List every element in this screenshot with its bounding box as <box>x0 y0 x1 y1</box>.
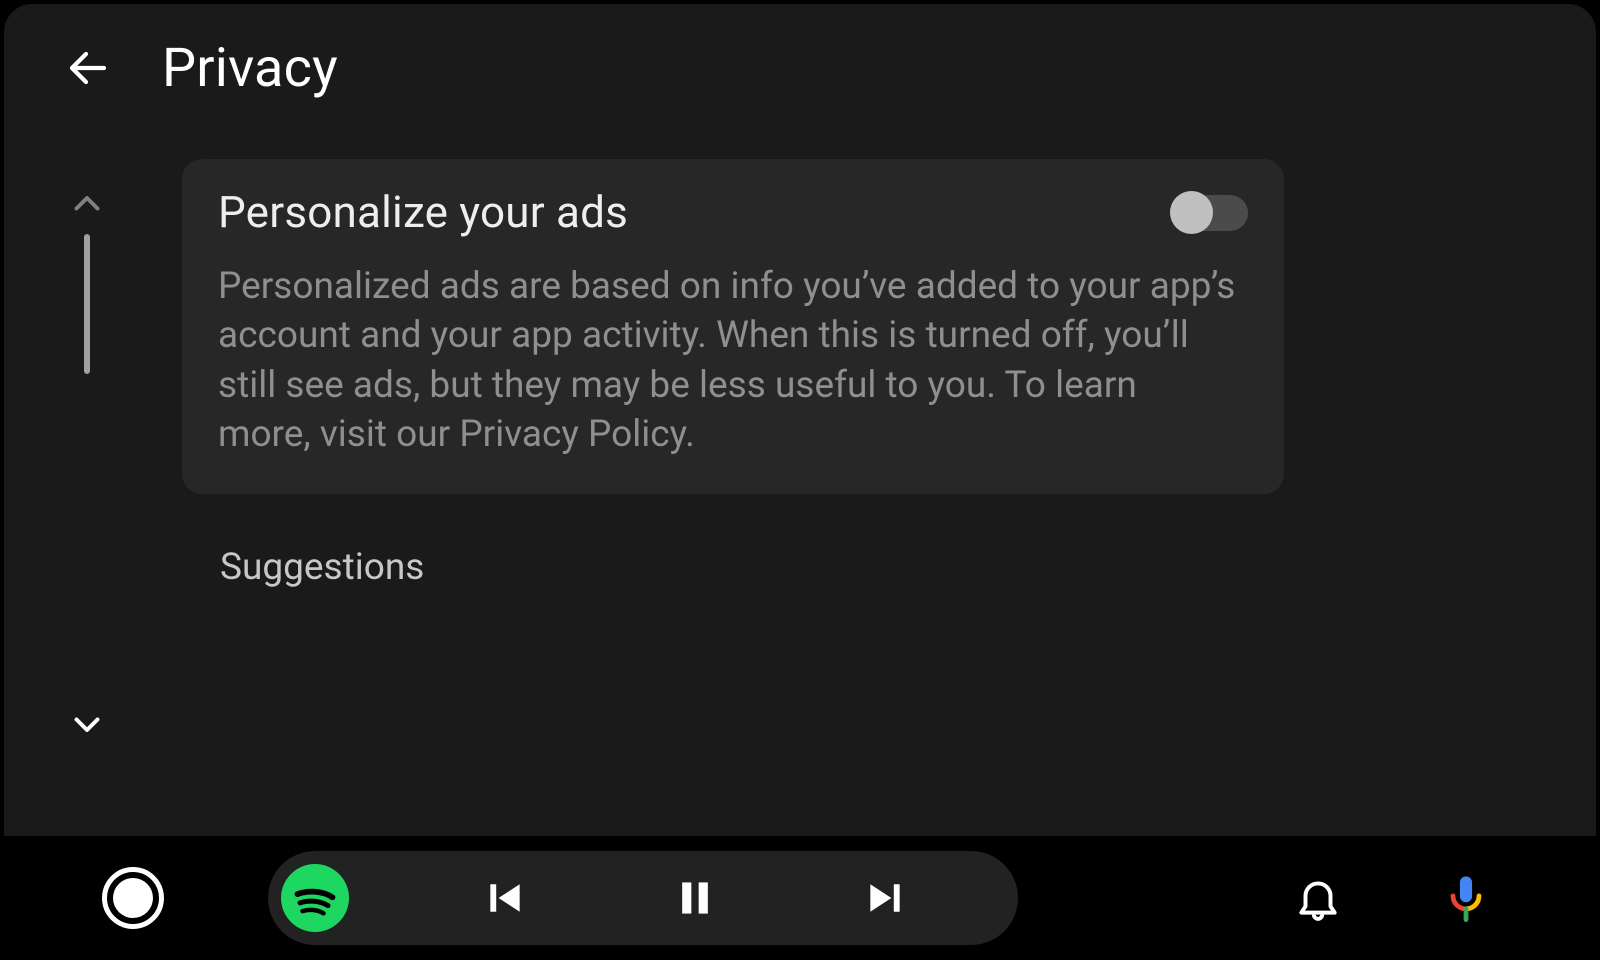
skip-next-icon <box>863 876 907 920</box>
home-button[interactable] <box>102 867 164 929</box>
google-mic-icon <box>1440 872 1492 924</box>
suggestions-section-label: Suggestions <box>182 494 1284 589</box>
personalize-ads-description: Personalized ads are based on info you’v… <box>218 238 1248 460</box>
play-pause-button[interactable] <box>648 851 742 945</box>
previous-track-button[interactable] <box>458 851 552 945</box>
scroll-thumb[interactable] <box>84 234 90 374</box>
bottom-nav <box>0 836 1600 960</box>
bell-icon <box>1293 873 1343 923</box>
spotify-icon <box>285 872 345 932</box>
settings-screen: Privacy Personalize your ads Person <box>4 4 1596 840</box>
personalize-ads-card: Personalize your ads Personalized ads ar… <box>182 159 1284 494</box>
toggle-knob <box>1170 191 1213 234</box>
notifications-button[interactable] <box>1284 864 1352 932</box>
chevron-down-icon <box>69 706 105 742</box>
scroll-up-button[interactable] <box>67 184 107 224</box>
arrow-back-icon <box>64 41 112 95</box>
pause-icon <box>673 876 717 920</box>
personalize-ads-title: Personalize your ads <box>218 187 628 238</box>
scroll-track[interactable] <box>84 230 90 698</box>
page-title: Privacy <box>162 37 338 100</box>
header: Privacy <box>4 4 1596 132</box>
assistant-button[interactable] <box>1432 864 1500 932</box>
media-control-pill <box>268 851 1018 945</box>
personalize-ads-toggle[interactable] <box>1174 195 1248 231</box>
card-header-row: Personalize your ads <box>218 187 1248 238</box>
next-track-button[interactable] <box>838 851 932 945</box>
scroll-down-button[interactable] <box>67 704 107 744</box>
content-column: Personalize your ads Personalized ads ar… <box>182 159 1284 589</box>
chevron-up-icon <box>69 186 105 222</box>
media-app-button[interactable] <box>281 864 349 932</box>
skip-previous-icon <box>483 876 527 920</box>
scroll-indicator <box>67 184 107 744</box>
back-button[interactable] <box>64 44 112 92</box>
